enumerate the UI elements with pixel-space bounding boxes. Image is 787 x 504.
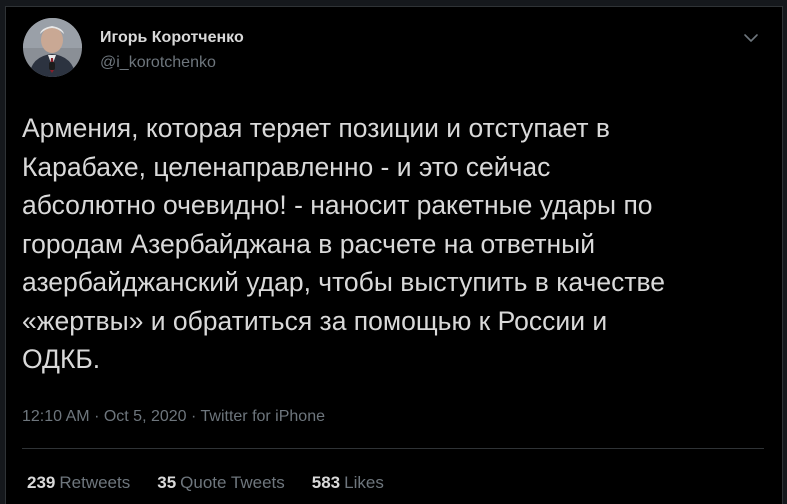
tweet-card: Игорь Коротченко @i_korotchenko Армения,…	[5, 6, 783, 504]
likes-stat[interactable]: 583 Likes	[312, 473, 384, 493]
tweet-time[interactable]: 12:10 AM	[22, 408, 90, 425]
tweet-date[interactable]: Oct 5, 2020	[104, 408, 187, 425]
tweet-source[interactable]: Twitter for iPhone	[201, 408, 326, 425]
tweet-stats: 239 Retweets 35 Quote Tweets 583 Likes	[27, 473, 384, 493]
quote-tweets-label: Quote Tweets	[180, 473, 285, 492]
retweets-label: Retweets	[59, 473, 131, 492]
meta-separator: ·	[94, 408, 100, 425]
quote-tweets-count: 35	[157, 473, 177, 492]
likes-label: Likes	[344, 473, 384, 492]
divider	[22, 448, 764, 449]
avatar[interactable]	[23, 18, 82, 77]
tweet-meta: 12:10 AM · Oct 5, 2020 · Twitter for iPh…	[22, 408, 325, 426]
tweet-text: Армения, которая теряет позиции и отступ…	[22, 113, 666, 374]
chevron-down-icon[interactable]	[738, 25, 764, 51]
avatar-photo	[23, 18, 82, 77]
meta-separator: ·	[191, 408, 197, 425]
likes-count: 583	[311, 473, 341, 492]
quote-tweets-stat[interactable]: 35 Quote Tweets	[157, 473, 285, 493]
author-handle[interactable]: @i_korotchenko	[100, 54, 216, 72]
retweets-stat[interactable]: 239 Retweets	[27, 473, 130, 493]
retweets-count: 239	[27, 473, 56, 492]
author-name[interactable]: Игорь Коротченко	[100, 29, 244, 47]
